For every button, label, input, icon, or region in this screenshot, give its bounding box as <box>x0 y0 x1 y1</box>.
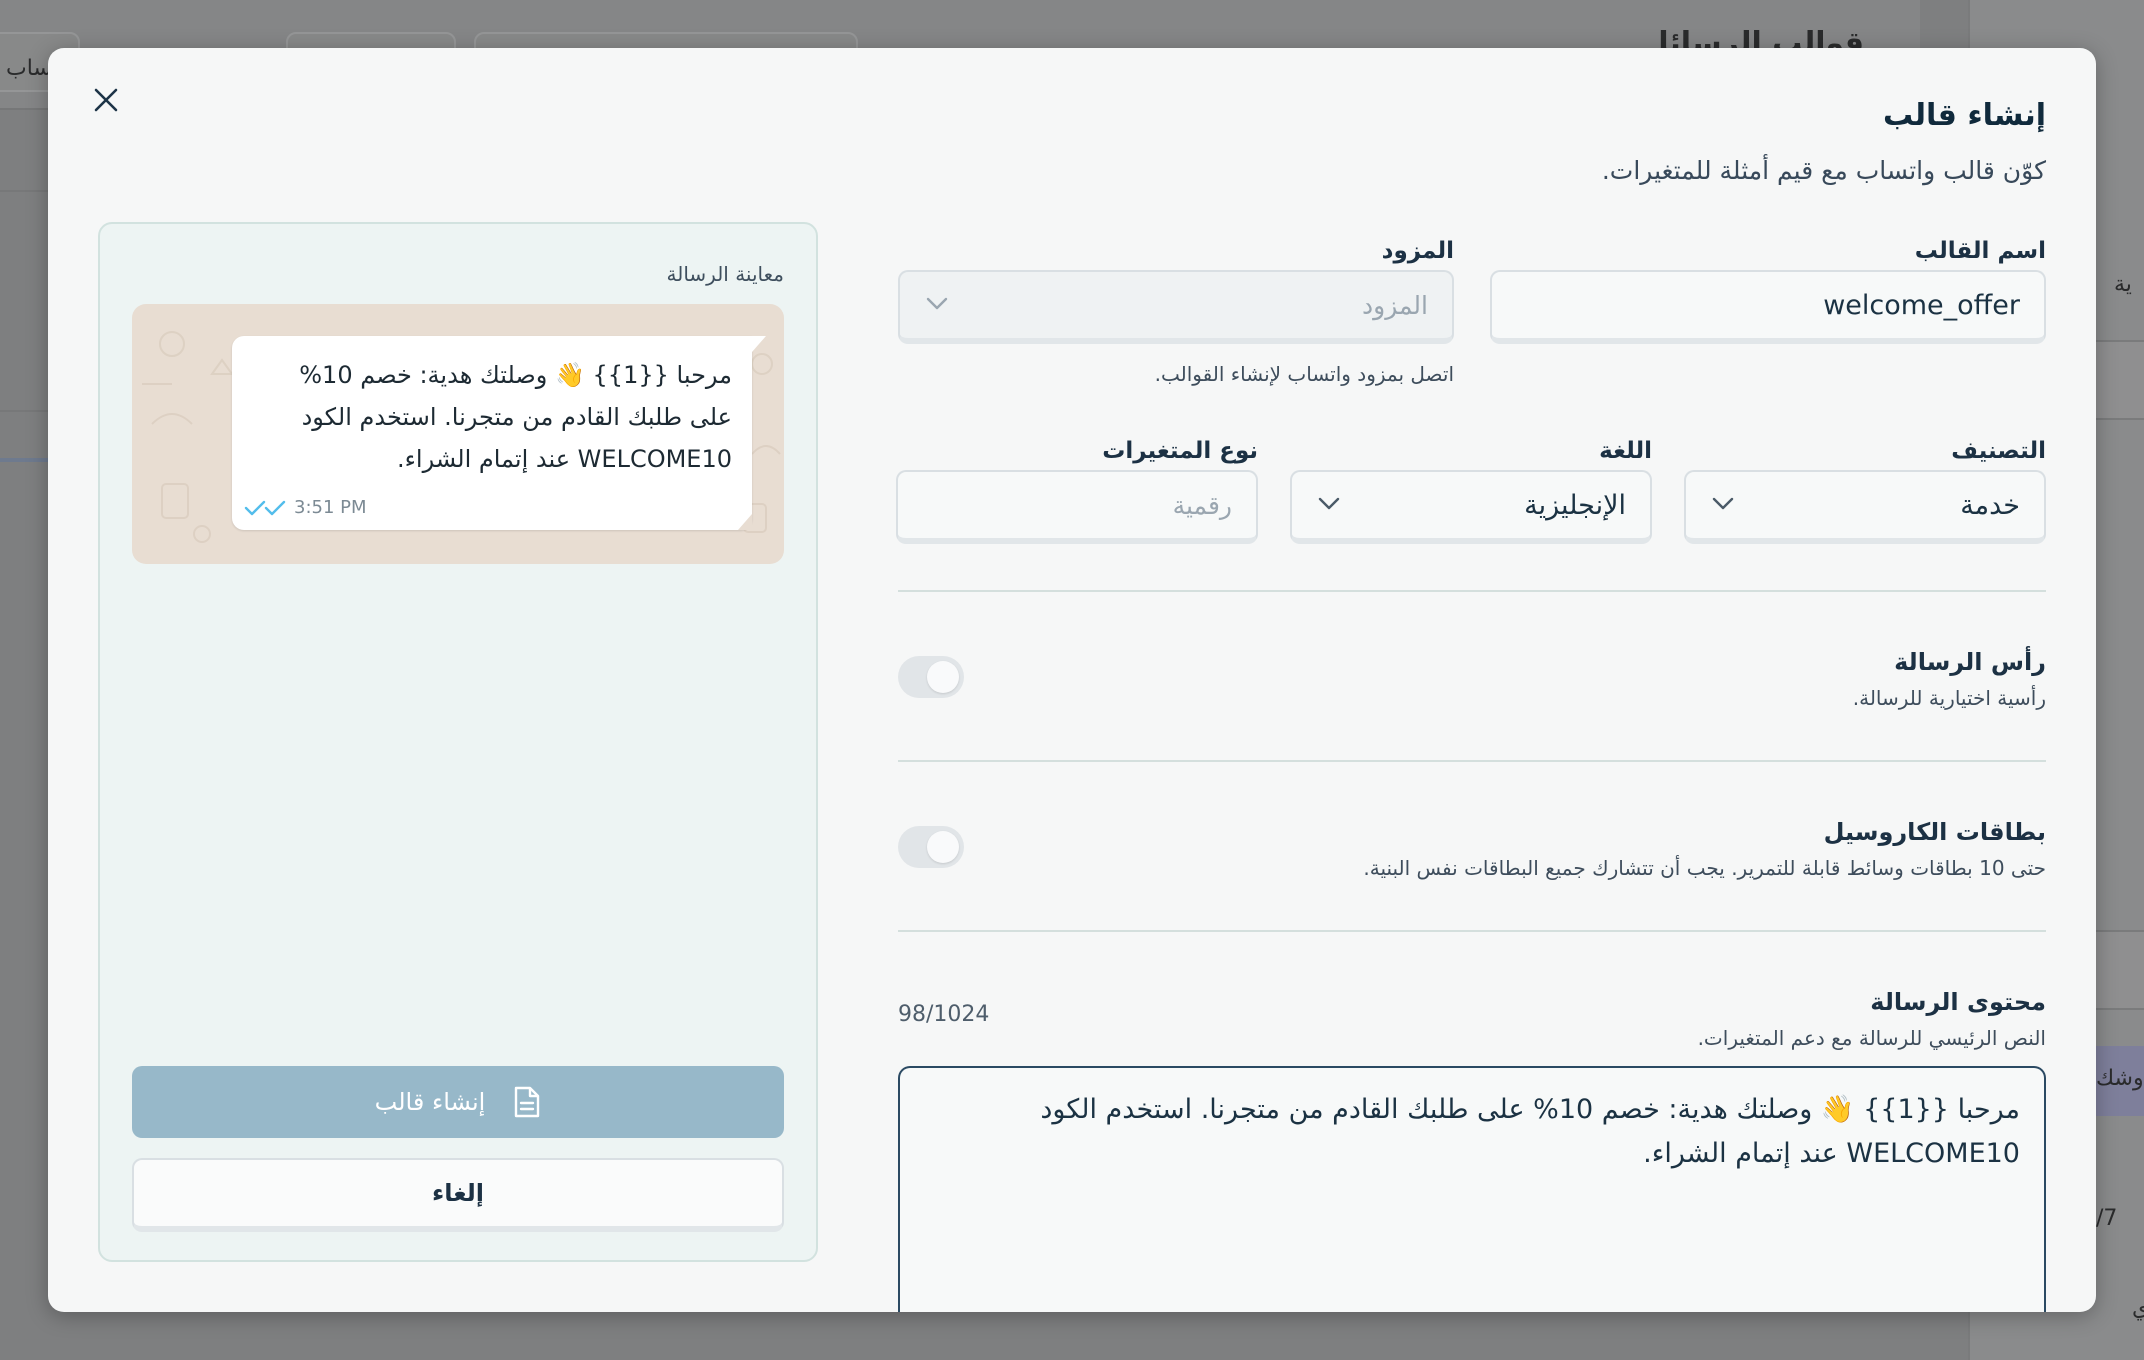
document-icon <box>515 1086 540 1118</box>
variable-type-placeholder: رقمية <box>1172 490 1232 520</box>
header-section-title: رأس الرسالة <box>1894 648 2046 676</box>
body-textarea[interactable]: مرحبا {{1}} 👋 وصلتك هدية: خصم 10% على طل… <box>898 1066 2046 1312</box>
chevron-down-icon <box>1712 497 1734 510</box>
create-template-button[interactable]: إنشاء قالب <box>132 1066 784 1138</box>
close-icon <box>94 88 118 112</box>
modal-title: إنشاء قالب <box>1882 98 2046 133</box>
header-toggle[interactable] <box>898 656 964 698</box>
category-label: التصنيف <box>1951 438 2046 464</box>
chat-background: مرحبا {{1}} 👋 وصلتك هدية: خصم 10% على طل… <box>132 304 784 564</box>
category-value: خدمة <box>1960 489 2020 521</box>
language-label: اللغة <box>1599 438 1652 464</box>
close-button[interactable] <box>82 76 130 124</box>
template-name-value: welcome_offer <box>1823 289 2020 321</box>
double-check-icon <box>244 500 286 515</box>
bubble-corner <box>738 514 752 530</box>
chevron-down-icon <box>1318 497 1340 510</box>
chevron-down-icon <box>926 297 948 310</box>
section-divider <box>898 930 2046 932</box>
toggle-knob <box>927 831 959 863</box>
background-text: ي <box>2132 1296 2144 1321</box>
background-text: وشك <box>2096 1066 2144 1091</box>
provider-hint: اتصل بمزود واتساب لإنشاء القوالب. <box>1154 362 1454 386</box>
provider-label: المزود <box>1381 238 1454 264</box>
message-bubble: مرحبا {{1}} 👋 وصلتك هدية: خصم 10% على طل… <box>232 336 766 530</box>
carousel-toggle[interactable] <box>898 826 964 868</box>
create-template-modal: إنشاء قالب كوّن قالب واتساب مع قيم أمثلة… <box>48 48 2096 1312</box>
toggle-knob <box>927 661 959 693</box>
language-value: الإنجليزية <box>1524 489 1626 521</box>
category-select[interactable]: خدمة <box>1684 470 2046 544</box>
preview-label: معاينة الرسالة <box>666 262 785 286</box>
preview-message-text: مرحبا {{1}} 👋 وصلتك هدية: خصم 10% على طل… <box>299 361 732 473</box>
section-divider <box>898 760 2046 762</box>
message-time: 3:51 PM <box>294 497 367 518</box>
template-name-label: اسم القالب <box>1914 238 2046 264</box>
background-text: ية <box>2114 272 2132 297</box>
carousel-section-description: حتى 10 بطاقات وسائط قابلة للتمرير. يجب أ… <box>1363 856 2046 880</box>
provider-placeholder: المزود <box>1361 290 1428 320</box>
language-select[interactable]: الإنجليزية <box>1290 470 1652 544</box>
variable-type-label: نوع المتغيرات <box>1102 438 1258 464</box>
section-divider <box>898 590 2046 592</box>
character-counter: 98/1024 <box>898 1002 990 1027</box>
body-section-description: النص الرئيسي للرسالة مع دعم المتغيرات. <box>1697 1026 2046 1050</box>
cancel-button[interactable]: إلغاء <box>132 1158 784 1232</box>
cancel-label: إلغاء <box>431 1179 485 1207</box>
create-template-label: إنشاء قالب <box>374 1088 486 1116</box>
bubble-tail <box>752 336 766 352</box>
message-meta: 3:51 PM <box>244 497 367 518</box>
body-section-title: محتوى الرسالة <box>1870 988 2046 1016</box>
background-text: ساب <box>6 56 52 81</box>
template-name-input[interactable]: welcome_offer <box>1490 270 2046 344</box>
background-text: /7 <box>2096 1206 2118 1231</box>
carousel-section-title: بطاقات الكاروسيل <box>1823 818 2046 846</box>
variable-type-select[interactable]: رقمية <box>896 470 1258 544</box>
provider-select[interactable]: المزود <box>898 270 1454 344</box>
header-section-description: رأسية اختيارية للرسالة. <box>1852 686 2046 710</box>
modal-subtitle: كوّن قالب واتساب مع قيم أمثلة للمتغيرات. <box>1601 156 2046 185</box>
message-preview-panel: معاينة الرسالة مرحبا {{1}} 👋 وصلتك هدية:… <box>98 222 818 1262</box>
